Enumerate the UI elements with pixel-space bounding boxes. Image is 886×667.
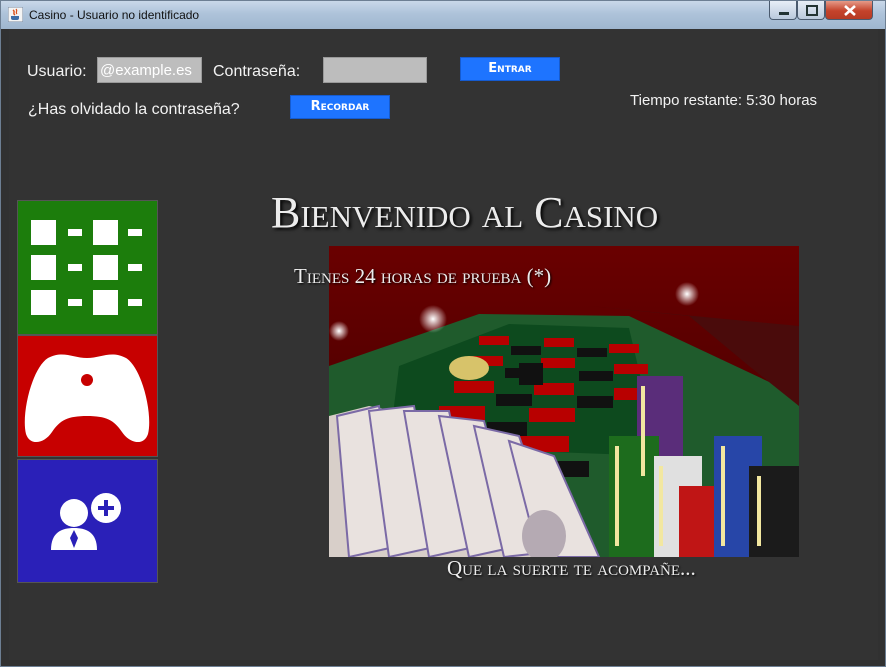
casino-banner-image xyxy=(329,246,799,557)
window-title: Casino - Usuario no identificado xyxy=(29,8,200,22)
grid-icon xyxy=(31,220,142,315)
maximize-icon xyxy=(806,5,818,16)
add-user-icon xyxy=(51,493,121,550)
user-label: Usuario: xyxy=(27,63,87,80)
time-remaining: Tiempo restante: 5:30 horas xyxy=(630,92,818,109)
forgot-password-label: ¿Has olvidado la contraseña? xyxy=(28,101,240,118)
gamepad-icon xyxy=(24,354,150,443)
password-label: Contraseña: xyxy=(213,63,301,80)
main-panel: Usuario: Contraseña: Entrar ¿Has olvidad… xyxy=(9,29,878,660)
close-button[interactable] xyxy=(825,1,873,20)
maximize-button[interactable] xyxy=(797,1,825,20)
play-tile[interactable] xyxy=(17,335,158,457)
login-button[interactable]: Entrar xyxy=(460,57,560,81)
remind-button[interactable]: Recordar xyxy=(290,95,390,119)
java-app-icon xyxy=(8,7,23,22)
welcome-heading: Bienvenido al Casino xyxy=(271,188,659,237)
minimize-icon xyxy=(779,12,789,15)
password-input[interactable] xyxy=(323,57,427,83)
minimize-button[interactable] xyxy=(769,1,797,20)
footer-tagline: Que la suerte te acompañe... xyxy=(447,556,696,580)
title-bar[interactable]: Casino - Usuario no identificado xyxy=(1,1,885,29)
trial-text: Tienes 24 horas de prueba (*) xyxy=(294,264,552,288)
user-input[interactable] xyxy=(97,57,202,83)
app-window: Casino - Usuario no identificado Usuario… xyxy=(0,0,886,667)
games-grid-tile[interactable] xyxy=(17,200,158,335)
close-icon xyxy=(844,5,856,16)
register-user-tile[interactable] xyxy=(17,459,158,583)
